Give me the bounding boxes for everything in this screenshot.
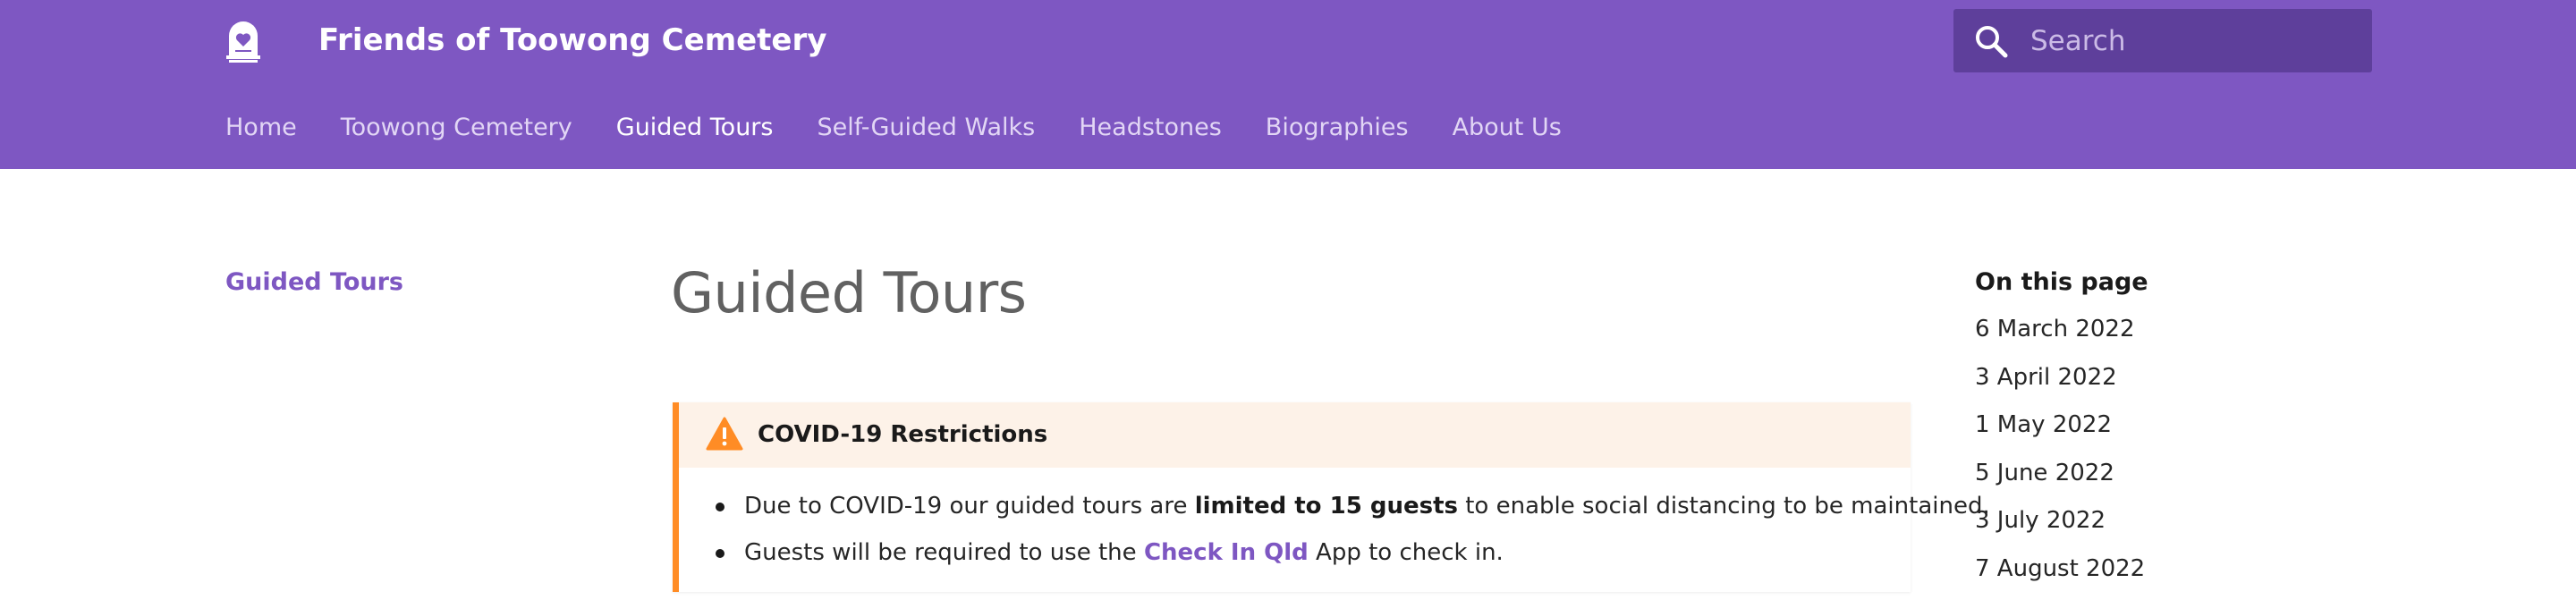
toc-title: On this page: [1975, 268, 2148, 296]
alert-text: Due to COVID-19 our guided tours are: [744, 493, 1195, 520]
alert-text: to enable social distancing to be mainta…: [1457, 493, 1990, 520]
search-input[interactable]: [2030, 9, 2361, 72]
page-title: Guided Tours: [671, 260, 1027, 325]
alert-text: App to check in.: [1308, 539, 1504, 566]
main-nav: Home Toowong Cemetery Guided Tours Self-…: [225, 110, 1606, 146]
list-item: Due to COVID-19 our guided tours are lim…: [716, 490, 1990, 522]
list-item: Guests will be required to use the Check…: [716, 537, 1504, 569]
toc-item[interactable]: 3 April 2022: [1975, 361, 2351, 393]
alert-header: COVID-19 Restrictions: [679, 402, 1911, 468]
search-icon: [1976, 26, 2008, 58]
nav-item-self-guided-walks[interactable]: Self-Guided Walks: [817, 110, 1035, 146]
toc-item[interactable]: 3 July 2022: [1975, 504, 2351, 537]
toc-item[interactable]: 1 May 2022: [1975, 409, 2351, 441]
nav-item-toowong-cemetery[interactable]: Toowong Cemetery: [341, 110, 572, 146]
nav-item-about-us[interactable]: About Us: [1453, 110, 1562, 146]
table-of-contents: On this page 6 March 2022 3 April 2022 1…: [1975, 266, 2351, 600]
nav-item-biographies[interactable]: Biographies: [1266, 110, 1409, 146]
warning-icon: [706, 417, 743, 451]
nav-item-headstones[interactable]: Headstones: [1079, 110, 1222, 146]
site-title[interactable]: Friends of Toowong Cemetery: [318, 20, 826, 61]
headstone-heart-icon[interactable]: [224, 20, 263, 63]
nav-item-home[interactable]: Home: [225, 110, 297, 146]
toc-item[interactable]: 7 August 2022: [1975, 553, 2351, 585]
toc-item[interactable]: 5 June 2022: [1975, 457, 2351, 489]
sidebar-item-guided-tours[interactable]: Guided Tours: [225, 266, 403, 299]
site-header: Friends of Toowong Cemetery Home Toowong…: [0, 0, 2576, 169]
alert-text: Guests will be required to use the: [744, 539, 1144, 566]
toc-item[interactable]: 6 March 2022: [1975, 313, 2351, 345]
search-box[interactable]: [1953, 9, 2372, 72]
nav-item-guided-tours[interactable]: Guided Tours: [616, 110, 774, 146]
check-in-qld-link[interactable]: Check In Qld: [1144, 539, 1309, 566]
alert-title: COVID-19 Restrictions: [758, 421, 1048, 448]
alert-bold-text: limited to 15 guests: [1194, 493, 1458, 520]
